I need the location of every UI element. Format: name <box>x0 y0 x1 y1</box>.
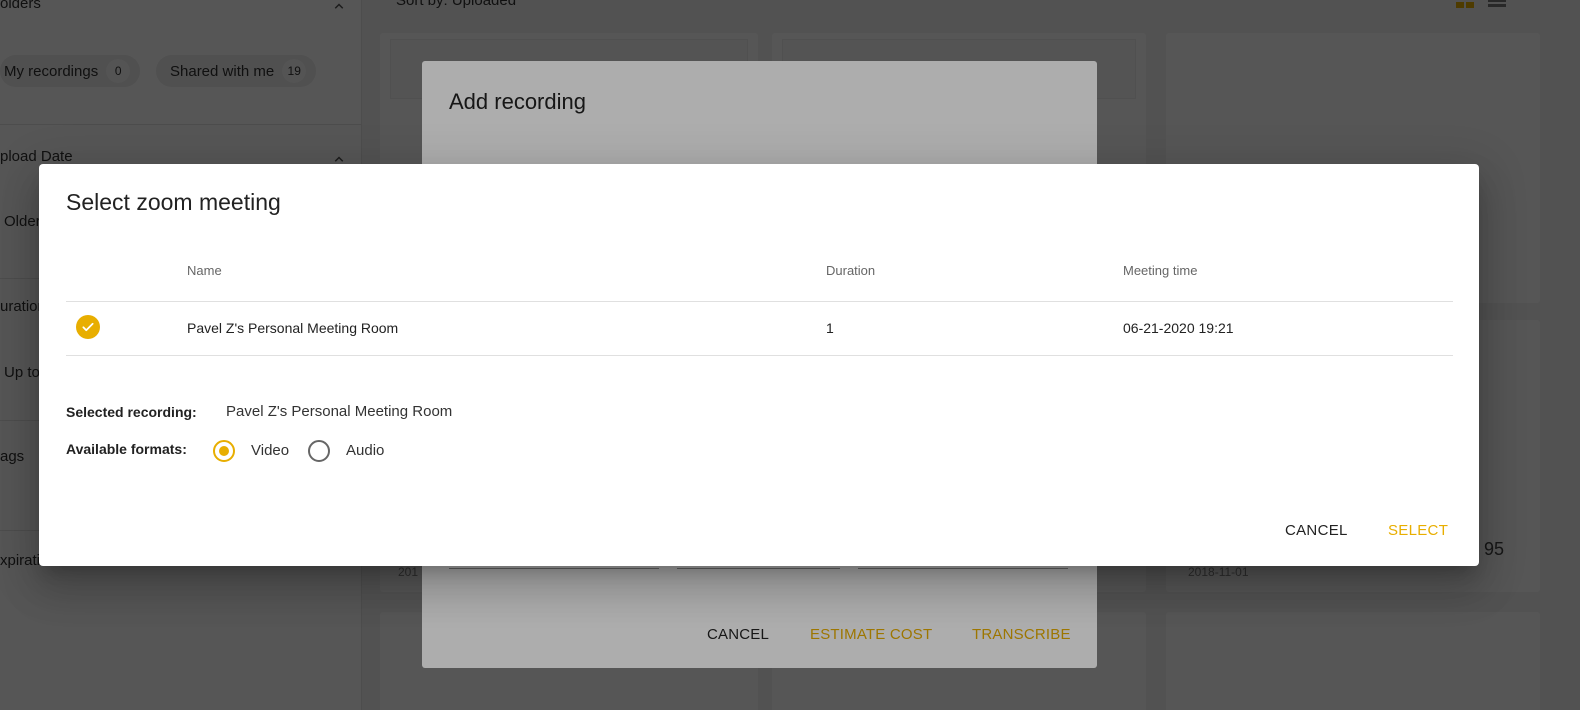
check-circle-icon[interactable] <box>76 315 100 339</box>
duration-cell: 1 <box>826 320 834 336</box>
meeting-time-cell: 06-21-2020 19:21 <box>1123 320 1234 336</box>
video-radio[interactable] <box>213 440 235 462</box>
selected-recording-value: Pavel Z's Personal Meeting Room <box>226 403 453 420</box>
video-radio-label[interactable]: Video <box>251 442 289 459</box>
column-header-meeting-time[interactable]: Meeting time <box>1123 263 1197 278</box>
audio-radio-label[interactable]: Audio <box>346 442 384 459</box>
audio-radio[interactable] <box>308 440 330 462</box>
table-header: Name Duration Meeting time <box>66 250 1453 302</box>
column-header-name[interactable]: Name <box>187 263 222 278</box>
dialog-title: Select zoom meeting <box>66 189 281 215</box>
available-formats-label: Available formats: <box>66 441 187 457</box>
meetings-table: Name Duration Meeting time Pavel Z's Per… <box>66 250 1453 356</box>
cancel-button[interactable]: CANCEL <box>1285 522 1348 539</box>
select-zoom-meeting-dialog: Select zoom meeting Name Duration Meetin… <box>39 164 1479 566</box>
table-row[interactable]: Pavel Z's Personal Meeting Room 1 06-21-… <box>66 302 1453 356</box>
select-button[interactable]: SELECT <box>1388 522 1448 539</box>
meeting-name-cell: Pavel Z's Personal Meeting Room <box>187 320 399 336</box>
column-header-duration[interactable]: Duration <box>826 263 875 278</box>
selected-recording-label: Selected recording: <box>66 404 197 420</box>
